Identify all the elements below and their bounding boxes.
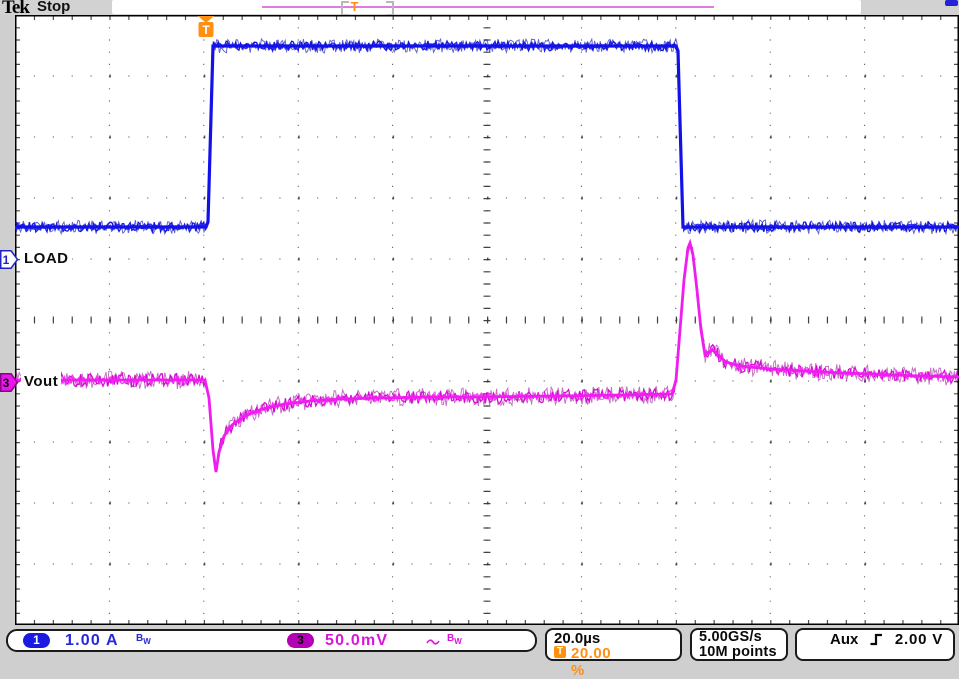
trigger-readout-box[interactable]: Aux 2.00 V bbox=[795, 628, 955, 661]
ch1-bandwidth-limit-icon: BW bbox=[136, 632, 151, 650]
ch3-scale-readout: 50.0mV bbox=[325, 631, 388, 650]
ch3-trace bbox=[15, 243, 959, 472]
ch1-marker-number: 1 bbox=[3, 253, 10, 267]
ch1-trace-noise bbox=[15, 39, 959, 234]
waveform-display[interactable] bbox=[15, 15, 959, 625]
channel-readout-box[interactable]: 1 1.00 A BW 3 50.0mV BW bbox=[6, 629, 537, 652]
trigger-flag-arrow-icon bbox=[198, 16, 214, 23]
trigger-flag-label: T bbox=[202, 23, 210, 37]
record-window-left-bracket[interactable] bbox=[341, 1, 349, 16]
trigger-position-flag[interactable]: T bbox=[195, 15, 217, 40]
trigger-level: 2.00 V bbox=[895, 631, 943, 648]
ch1-badge: 1 bbox=[23, 633, 50, 648]
ch3-ground-marker[interactable]: 3 bbox=[0, 373, 19, 392]
ch1-ground-marker[interactable]: 1 bbox=[0, 250, 19, 269]
record-view-panel[interactable]: T bbox=[112, 0, 861, 14]
record-view-channel-icon bbox=[945, 0, 958, 6]
record-window-right-bracket[interactable] bbox=[386, 1, 394, 16]
ch1-trace-label: LOAD bbox=[21, 249, 72, 268]
sample-rate: 5.00GS/s bbox=[699, 629, 762, 645]
top-status-bar: Tek Stop T bbox=[0, 0, 959, 15]
acquisition-status: Stop bbox=[37, 0, 70, 15]
ch3-marker-number: 3 bbox=[3, 376, 10, 390]
ch1-scale-readout: 1.00 A bbox=[65, 631, 119, 650]
readout-bar: 1 1.00 A BW 3 50.0mV BW 20.0µs T 20.00 %… bbox=[0, 625, 959, 664]
ch3-trace-label: Vout bbox=[21, 372, 61, 391]
timebase-readout-box[interactable]: 20.0µs T 20.00 % bbox=[545, 628, 682, 661]
trigger-source: Aux bbox=[830, 631, 858, 648]
rising-edge-icon bbox=[869, 633, 884, 651]
ch1-trace bbox=[15, 46, 959, 227]
record-length: 10M points bbox=[699, 644, 777, 660]
acquisition-readout-box[interactable]: 5.00GS/s 10M points bbox=[690, 628, 788, 661]
waveform-traces bbox=[15, 15, 959, 625]
ch3-coupling-squiggle-icon bbox=[426, 634, 440, 652]
trigger-position-percent: 20.00 % bbox=[571, 645, 611, 679]
record-trigger-position-icon[interactable]: T bbox=[349, 0, 360, 13]
ch3-badge: 3 bbox=[287, 633, 314, 648]
ch3-trace-noise bbox=[15, 245, 959, 469]
ch3-bandwidth-limit-icon: BW bbox=[447, 632, 462, 650]
trigger-t-icon: T bbox=[554, 646, 566, 658]
record-waveform-line bbox=[262, 6, 714, 8]
